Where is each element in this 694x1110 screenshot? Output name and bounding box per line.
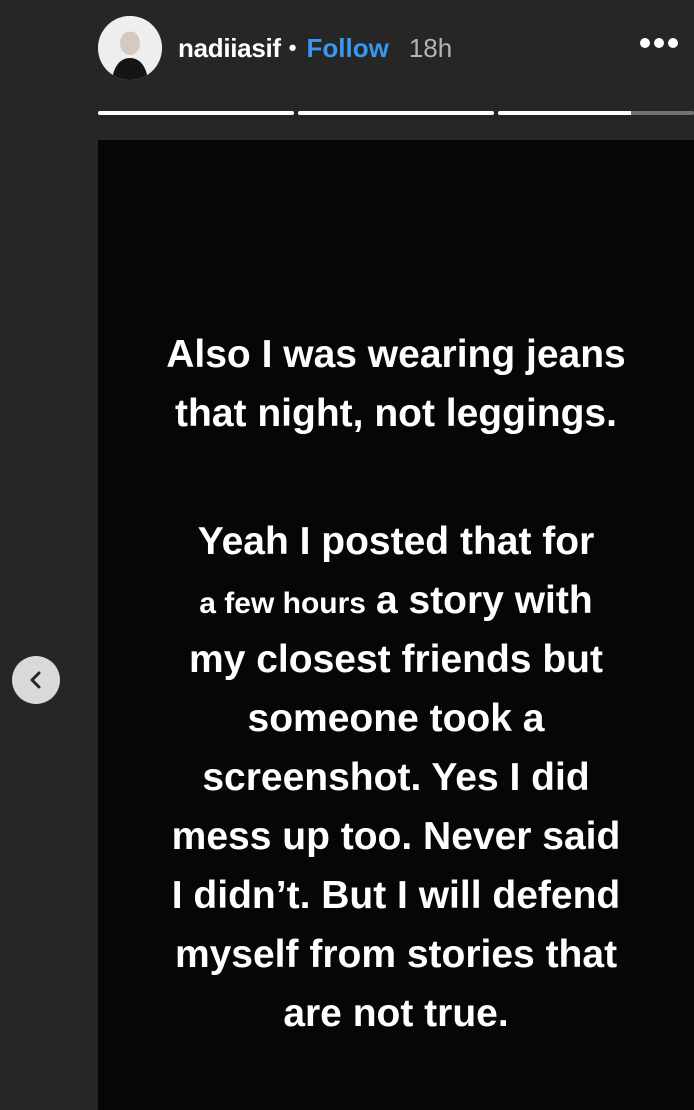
- more-options-icon[interactable]: [640, 38, 678, 48]
- follow-button[interactable]: Follow: [306, 33, 388, 64]
- story-text-line-mixed: a few hours a story with: [98, 571, 694, 630]
- story-content[interactable]: Also I was wearing jeans that night, not…: [98, 140, 694, 1110]
- story-text-paragraph-2: Yeah I posted that for a few hours a stor…: [98, 512, 694, 1043]
- progress-fill: [298, 111, 494, 115]
- progress-fill: [498, 111, 632, 115]
- username[interactable]: nadiiasif: [178, 33, 281, 64]
- more-dot: [668, 38, 678, 48]
- story-text-line: my closest friends but: [189, 638, 603, 681]
- previous-story-button[interactable]: [12, 656, 60, 704]
- story-text-inline: a story with: [375, 579, 593, 622]
- story-text-line: are not true.: [283, 992, 509, 1035]
- profile-photo: [98, 16, 162, 80]
- more-dot: [640, 38, 650, 48]
- chevron-left-icon: [30, 671, 41, 689]
- story-text-line: Yeah I posted that for: [197, 520, 595, 563]
- story-text-line: myself from stories that: [174, 933, 618, 976]
- story-text-paragraph-1: Also I was wearing jeans that night, not…: [98, 325, 694, 443]
- story-text-line: Also I was wearing jeans: [166, 333, 626, 376]
- progress-segment: [498, 111, 694, 115]
- story-header: nadiiasif • Follow 18h: [98, 16, 694, 80]
- story-text-line: screenshot. Yes I did: [202, 756, 590, 799]
- story-progress-bar: [98, 111, 694, 115]
- progress-segment: [98, 111, 294, 115]
- more-dot: [654, 38, 664, 48]
- timestamp: 18h: [408, 32, 453, 63]
- story-text-line: that night, not leggings.: [175, 392, 617, 435]
- separator-dot: •: [288, 35, 297, 60]
- story-text-inline-small: a few hours: [199, 587, 366, 620]
- story-text-line: I didn’t. But I will defend: [171, 874, 621, 917]
- story-text-line: mess up too. Never said: [171, 815, 621, 858]
- progress-fill: [98, 111, 294, 115]
- avatar[interactable]: [98, 16, 162, 80]
- progress-segment: [298, 111, 494, 115]
- story-text-line: someone took a: [247, 697, 545, 740]
